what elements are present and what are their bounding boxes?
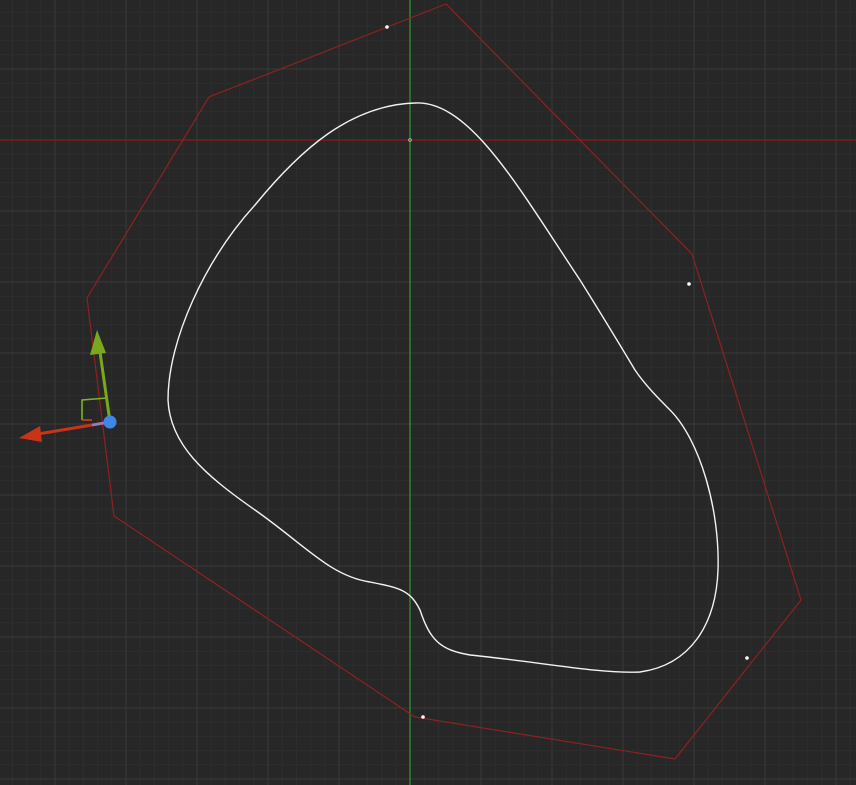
control-point[interactable] xyxy=(745,656,749,660)
control-point[interactable] xyxy=(385,25,389,29)
control-point[interactable] xyxy=(421,715,425,719)
viewport-background xyxy=(0,0,856,785)
control-point[interactable] xyxy=(687,282,691,286)
gizmo-center-handle[interactable] xyxy=(103,415,117,429)
viewport-canvas[interactable] xyxy=(0,0,856,785)
